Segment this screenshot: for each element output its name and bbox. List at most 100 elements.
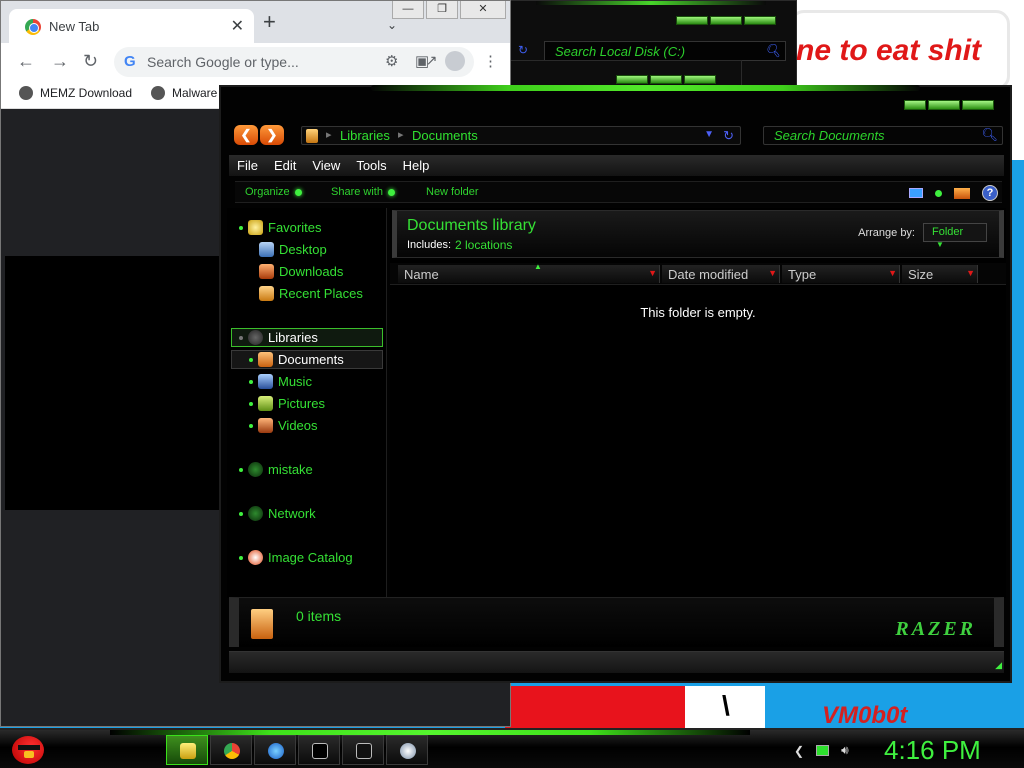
- change-view-icon[interactable]: [909, 188, 923, 198]
- help-icon[interactable]: ?: [982, 185, 998, 201]
- nav-music[interactable]: Music: [249, 374, 312, 389]
- column-size[interactable]: Size ▼: [902, 265, 978, 283]
- window-controls[interactable]: [904, 100, 994, 110]
- nav-downloads[interactable]: Downloads: [259, 264, 343, 279]
- menu-tools[interactable]: Tools: [348, 158, 394, 173]
- taskbar-cmd[interactable]: [298, 735, 340, 765]
- column-filter-icon[interactable]: ▼: [888, 268, 897, 278]
- window-controls[interactable]: [616, 75, 716, 84]
- column-name[interactable]: ▲ Name ▼: [398, 262, 660, 283]
- maximize-button[interactable]: [928, 100, 960, 110]
- organize-button[interactable]: Organize: [245, 186, 302, 198]
- reload-icon[interactable]: ↻: [83, 51, 98, 72]
- close-button[interactable]: [962, 100, 994, 110]
- window-controls[interactable]: [676, 16, 776, 25]
- sort-ascending-icon: ▲: [534, 262, 542, 271]
- menu-edit[interactable]: Edit: [266, 158, 304, 173]
- search-input[interactable]: Search Local Disk (C:) 🔍︎: [544, 41, 786, 61]
- nav-pictures[interactable]: Pictures: [249, 396, 325, 411]
- minimize-button[interactable]: [616, 75, 648, 84]
- menu-file[interactable]: File: [229, 158, 266, 173]
- explorer-window[interactable]: ❮ ❯ ▸ Libraries ▸ Documents ▼ ↻ Search D…: [219, 85, 1012, 683]
- close-tab-icon[interactable]: ✕: [231, 16, 244, 36]
- forward-arrow-icon[interactable]: →: [51, 51, 69, 72]
- refresh-icon[interactable]: ↻: [723, 128, 734, 144]
- start-button[interactable]: [8, 730, 48, 768]
- close-button[interactable]: [684, 75, 716, 84]
- taskbar-7zip[interactable]: [342, 735, 384, 765]
- clock[interactable]: 4:16 PM: [884, 735, 981, 766]
- close-button[interactable]: [744, 16, 776, 25]
- minimize-button[interactable]: [676, 16, 708, 25]
- address-dropdown-icon[interactable]: ▼: [704, 129, 714, 140]
- profile-avatar[interactable]: [445, 51, 465, 71]
- breadcrumb-documents[interactable]: Documents: [412, 128, 478, 143]
- nav-libraries[interactable]: Libraries: [239, 330, 318, 345]
- show-hidden-icons-icon[interactable]: ❮: [794, 744, 804, 758]
- breadcrumb-separator[interactable]: ▸: [326, 128, 332, 141]
- resize-grip-icon[interactable]: ◢: [995, 660, 1002, 671]
- includes-locations-link[interactable]: 2 locations: [455, 238, 512, 252]
- restore-button[interactable]: ❐: [426, 1, 458, 19]
- taskbar-chrome[interactable]: [210, 735, 252, 765]
- search-icon[interactable]: 🔍︎: [981, 127, 998, 143]
- tab-search-chevron-icon[interactable]: ⌄: [387, 18, 397, 32]
- search-input[interactable]: Search Documents 🔍︎: [763, 126, 1003, 145]
- nav-videos[interactable]: Videos: [249, 418, 318, 433]
- maximize-button[interactable]: [710, 16, 742, 25]
- menu-kebab-icon[interactable]: ⋮: [483, 52, 498, 70]
- column-date-modified[interactable]: Date modified ▼: [662, 265, 780, 283]
- new-tab-button[interactable]: +: [263, 11, 276, 33]
- minimize-button[interactable]: [904, 100, 926, 110]
- search-icon[interactable]: 🔍︎: [764, 43, 781, 59]
- column-filter-icon[interactable]: ▼: [966, 268, 975, 278]
- bookmark-item[interactable]: Malware: [151, 86, 217, 100]
- menu-help[interactable]: Help: [395, 158, 438, 173]
- new-folder-button[interactable]: New folder: [426, 186, 479, 198]
- nav-recent-places[interactable]: Recent Places: [259, 286, 363, 301]
- nav-desktop[interactable]: Desktop: [259, 242, 327, 257]
- nav-favorites[interactable]: Favorites: [239, 220, 321, 235]
- nav-network[interactable]: Network: [239, 506, 316, 521]
- bookmark-item[interactable]: MEMZ Download: [19, 86, 132, 100]
- address-bar[interactable]: ▸ Libraries ▸ Documents ▼ ↻: [301, 126, 741, 145]
- tab-new-tab[interactable]: New Tab ✕: [9, 9, 254, 43]
- close-button[interactable]: ✕: [460, 1, 506, 19]
- back-arrow-icon[interactable]: ←: [17, 51, 35, 72]
- refresh-icon[interactable]: ↻: [518, 43, 536, 59]
- minimize-button[interactable]: ―: [392, 1, 424, 19]
- downloads-icon: [259, 264, 274, 279]
- taskbar-explorer[interactable]: [166, 735, 208, 765]
- preview-pane-icon[interactable]: [954, 187, 970, 199]
- globe-icon: [151, 86, 165, 100]
- window-glow: [536, 1, 766, 5]
- nav-buttons: ❮ ❯: [234, 125, 284, 145]
- back-arrow-icon[interactable]: ❮: [234, 125, 258, 145]
- network-status-icon[interactable]: [816, 745, 830, 756]
- maximize-button[interactable]: [650, 75, 682, 84]
- column-filter-icon[interactable]: ▼: [648, 268, 657, 278]
- file-list-pane[interactable]: Documents library Includes: 2 locations …: [390, 208, 1006, 598]
- breadcrumb-libraries[interactable]: Libraries: [340, 128, 390, 143]
- nav-mistake[interactable]: mistake: [239, 462, 313, 477]
- taskbar-ie[interactable]: [254, 735, 296, 765]
- nav-documents[interactable]: Documents: [249, 352, 344, 367]
- side-panel-icon[interactable]: ▣: [415, 52, 429, 70]
- menu-view[interactable]: View: [304, 158, 348, 173]
- music-icon: [258, 374, 273, 389]
- volume-icon[interactable]: 🔊︎: [841, 743, 849, 758]
- breadcrumb-separator[interactable]: ▸: [398, 128, 404, 141]
- share-with-button[interactable]: Share with: [331, 186, 395, 198]
- documents-icon: [258, 352, 273, 367]
- view-options-icon[interactable]: [935, 189, 942, 197]
- nav-image-catalog[interactable]: Image Catalog: [239, 550, 353, 565]
- network-icon: [248, 506, 263, 521]
- column-filter-icon[interactable]: ▼: [768, 268, 777, 278]
- forward-arrow-icon[interactable]: ❯: [260, 125, 284, 145]
- taskbar-paint[interactable]: [386, 735, 428, 765]
- extensions-puzzle-icon[interactable]: ⚙: [385, 52, 398, 70]
- window-controls[interactable]: ― ❐ ✕: [392, 1, 506, 19]
- column-type[interactable]: Type ▼: [782, 265, 900, 283]
- arrange-by-dropdown[interactable]: Folder ▼: [923, 223, 987, 249]
- details-pane: 0 items RAZER: [229, 597, 1004, 647]
